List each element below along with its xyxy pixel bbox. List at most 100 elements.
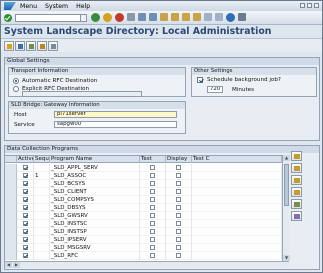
col-test-c[interactable]: Test C xyxy=(192,156,282,163)
display-checkbox[interactable] xyxy=(176,245,181,250)
display-checkbox[interactable] xyxy=(176,189,181,194)
exit-icon[interactable] xyxy=(103,13,112,22)
display-checkbox[interactable] xyxy=(176,173,181,178)
minutes-field[interactable]: 720 xyxy=(207,86,223,93)
scroll-up-icon[interactable]: ▲ xyxy=(283,155,290,161)
explicit-rfc-radio[interactable] xyxy=(13,86,19,92)
table-row[interactable]: _SLD_DBSYS xyxy=(5,204,282,212)
minimize-icon[interactable] xyxy=(300,3,305,8)
sequence-cell[interactable] xyxy=(34,196,50,204)
table-row[interactable]: _SLD_IPSERV xyxy=(5,236,282,244)
sequence-cell[interactable] xyxy=(34,204,50,212)
program-name-cell[interactable]: _SLD_IPSERV xyxy=(50,236,140,244)
program-name-cell[interactable]: _SLD_APPL_SERV xyxy=(50,164,140,172)
maximize-icon[interactable] xyxy=(307,3,312,8)
menu-item-menu[interactable]: Menu xyxy=(20,3,37,10)
display-checkbox[interactable] xyxy=(176,213,181,218)
layout-icon[interactable] xyxy=(238,13,246,21)
close-icon[interactable] xyxy=(314,3,319,8)
program-name-cell[interactable]: _SLD_INSTSP xyxy=(50,228,140,236)
active-checkbox[interactable] xyxy=(23,245,28,250)
details-icon[interactable] xyxy=(291,199,302,209)
test-checkbox[interactable] xyxy=(150,197,155,202)
configure-icon[interactable] xyxy=(291,211,302,221)
col-display[interactable]: Display xyxy=(166,156,192,163)
active-checkbox[interactable] xyxy=(23,205,28,210)
test-checkbox[interactable] xyxy=(150,237,155,242)
row-selector[interactable] xyxy=(5,252,17,260)
table-row[interactable]: _SLD_GWSRV xyxy=(5,212,282,220)
host-field[interactable]: pi71server xyxy=(54,111,177,118)
col-active[interactable]: Active xyxy=(17,156,34,163)
row-selector[interactable] xyxy=(5,204,17,212)
display-checkbox[interactable] xyxy=(176,237,181,242)
filter-icon[interactable] xyxy=(291,187,302,197)
scroll-left-icon[interactable]: ◀ xyxy=(5,262,12,268)
row-selector[interactable] xyxy=(5,180,17,188)
table-row[interactable]: 1 _SLD_ASSOC xyxy=(5,172,282,180)
test-checkbox[interactable] xyxy=(150,213,155,218)
new-session-icon[interactable] xyxy=(204,13,212,21)
sequence-cell[interactable] xyxy=(34,244,50,252)
active-checkbox[interactable] xyxy=(23,181,28,186)
table-row[interactable]: _SLD_APPL_SERV xyxy=(5,164,282,172)
menu-item-system[interactable]: System xyxy=(45,3,68,10)
display-checkbox[interactable] xyxy=(176,253,181,258)
row-selector[interactable] xyxy=(5,172,17,180)
table-row[interactable]: _SLD_INSTSP xyxy=(5,228,282,236)
sequence-cell[interactable] xyxy=(34,236,50,244)
test-checkbox[interactable] xyxy=(150,205,155,210)
display-checkbox[interactable] xyxy=(176,221,181,226)
prev-page-icon[interactable] xyxy=(171,13,179,21)
scroll-right-icon[interactable]: ▶ xyxy=(13,262,20,268)
program-name-cell[interactable]: _SLD_BCSYS xyxy=(50,180,140,188)
sequence-cell[interactable] xyxy=(34,180,50,188)
program-name-cell[interactable]: _SLD_GWSRV xyxy=(50,212,140,220)
active-checkbox[interactable] xyxy=(23,165,28,170)
service-field[interactable]: sapgw00 xyxy=(54,121,177,128)
find-icon[interactable] xyxy=(138,13,146,21)
active-checkbox[interactable] xyxy=(23,197,28,202)
first-page-icon[interactable] xyxy=(160,13,168,21)
active-checkbox[interactable] xyxy=(23,173,28,178)
test-checkbox[interactable] xyxy=(150,229,155,234)
print-icon[interactable] xyxy=(127,13,135,21)
row-selector[interactable] xyxy=(5,244,17,252)
table-row[interactable]: _SLD_COMPSYS xyxy=(5,196,282,204)
command-dropdown-icon[interactable] xyxy=(81,13,87,22)
display-checkbox[interactable] xyxy=(176,205,181,210)
col-sequence[interactable]: Seque xyxy=(34,156,50,163)
table-row[interactable]: _SLD_BCSYS xyxy=(5,180,282,188)
display-checkbox[interactable] xyxy=(176,181,181,186)
test-checkbox[interactable] xyxy=(150,221,155,226)
program-name-cell[interactable]: _SLD_RFC xyxy=(50,252,140,260)
shortcut-icon[interactable] xyxy=(215,13,223,21)
active-checkbox[interactable] xyxy=(23,221,28,226)
table-row[interactable]: _SLD_RFC xyxy=(5,252,282,260)
row-selector[interactable] xyxy=(5,188,17,196)
table-row[interactable]: _SLD_INSTSC xyxy=(5,220,282,228)
display-change-icon[interactable] xyxy=(4,40,14,51)
sequence-cell[interactable] xyxy=(34,220,50,228)
menu-item-help[interactable]: Help xyxy=(76,3,90,10)
find-next-icon[interactable] xyxy=(149,13,157,21)
select-all-cell[interactable] xyxy=(5,156,17,163)
back-icon[interactable] xyxy=(91,13,100,22)
sort-icon[interactable] xyxy=(291,175,302,185)
test-checkbox[interactable] xyxy=(150,189,155,194)
table-row[interactable]: _SLD_MSGSRV xyxy=(5,244,282,252)
active-checkbox[interactable] xyxy=(23,189,28,194)
automatic-rfc-radio[interactable] xyxy=(13,78,19,84)
row-selector[interactable] xyxy=(5,220,17,228)
test-checkbox[interactable] xyxy=(150,173,155,178)
active-checkbox[interactable] xyxy=(23,253,28,258)
test-checkbox[interactable] xyxy=(150,181,155,186)
test-checkbox[interactable] xyxy=(150,165,155,170)
display-checkbox[interactable] xyxy=(176,229,181,234)
table-row[interactable]: _SLD_CLIENT xyxy=(5,188,282,196)
test-checkbox[interactable] xyxy=(150,245,155,250)
scroll-thumb[interactable] xyxy=(284,164,289,206)
deselect-all-icon[interactable] xyxy=(291,163,302,173)
program-name-cell[interactable]: _SLD_ASSOC xyxy=(50,172,140,180)
program-name-cell[interactable]: _SLD_MSGSRV xyxy=(50,244,140,252)
